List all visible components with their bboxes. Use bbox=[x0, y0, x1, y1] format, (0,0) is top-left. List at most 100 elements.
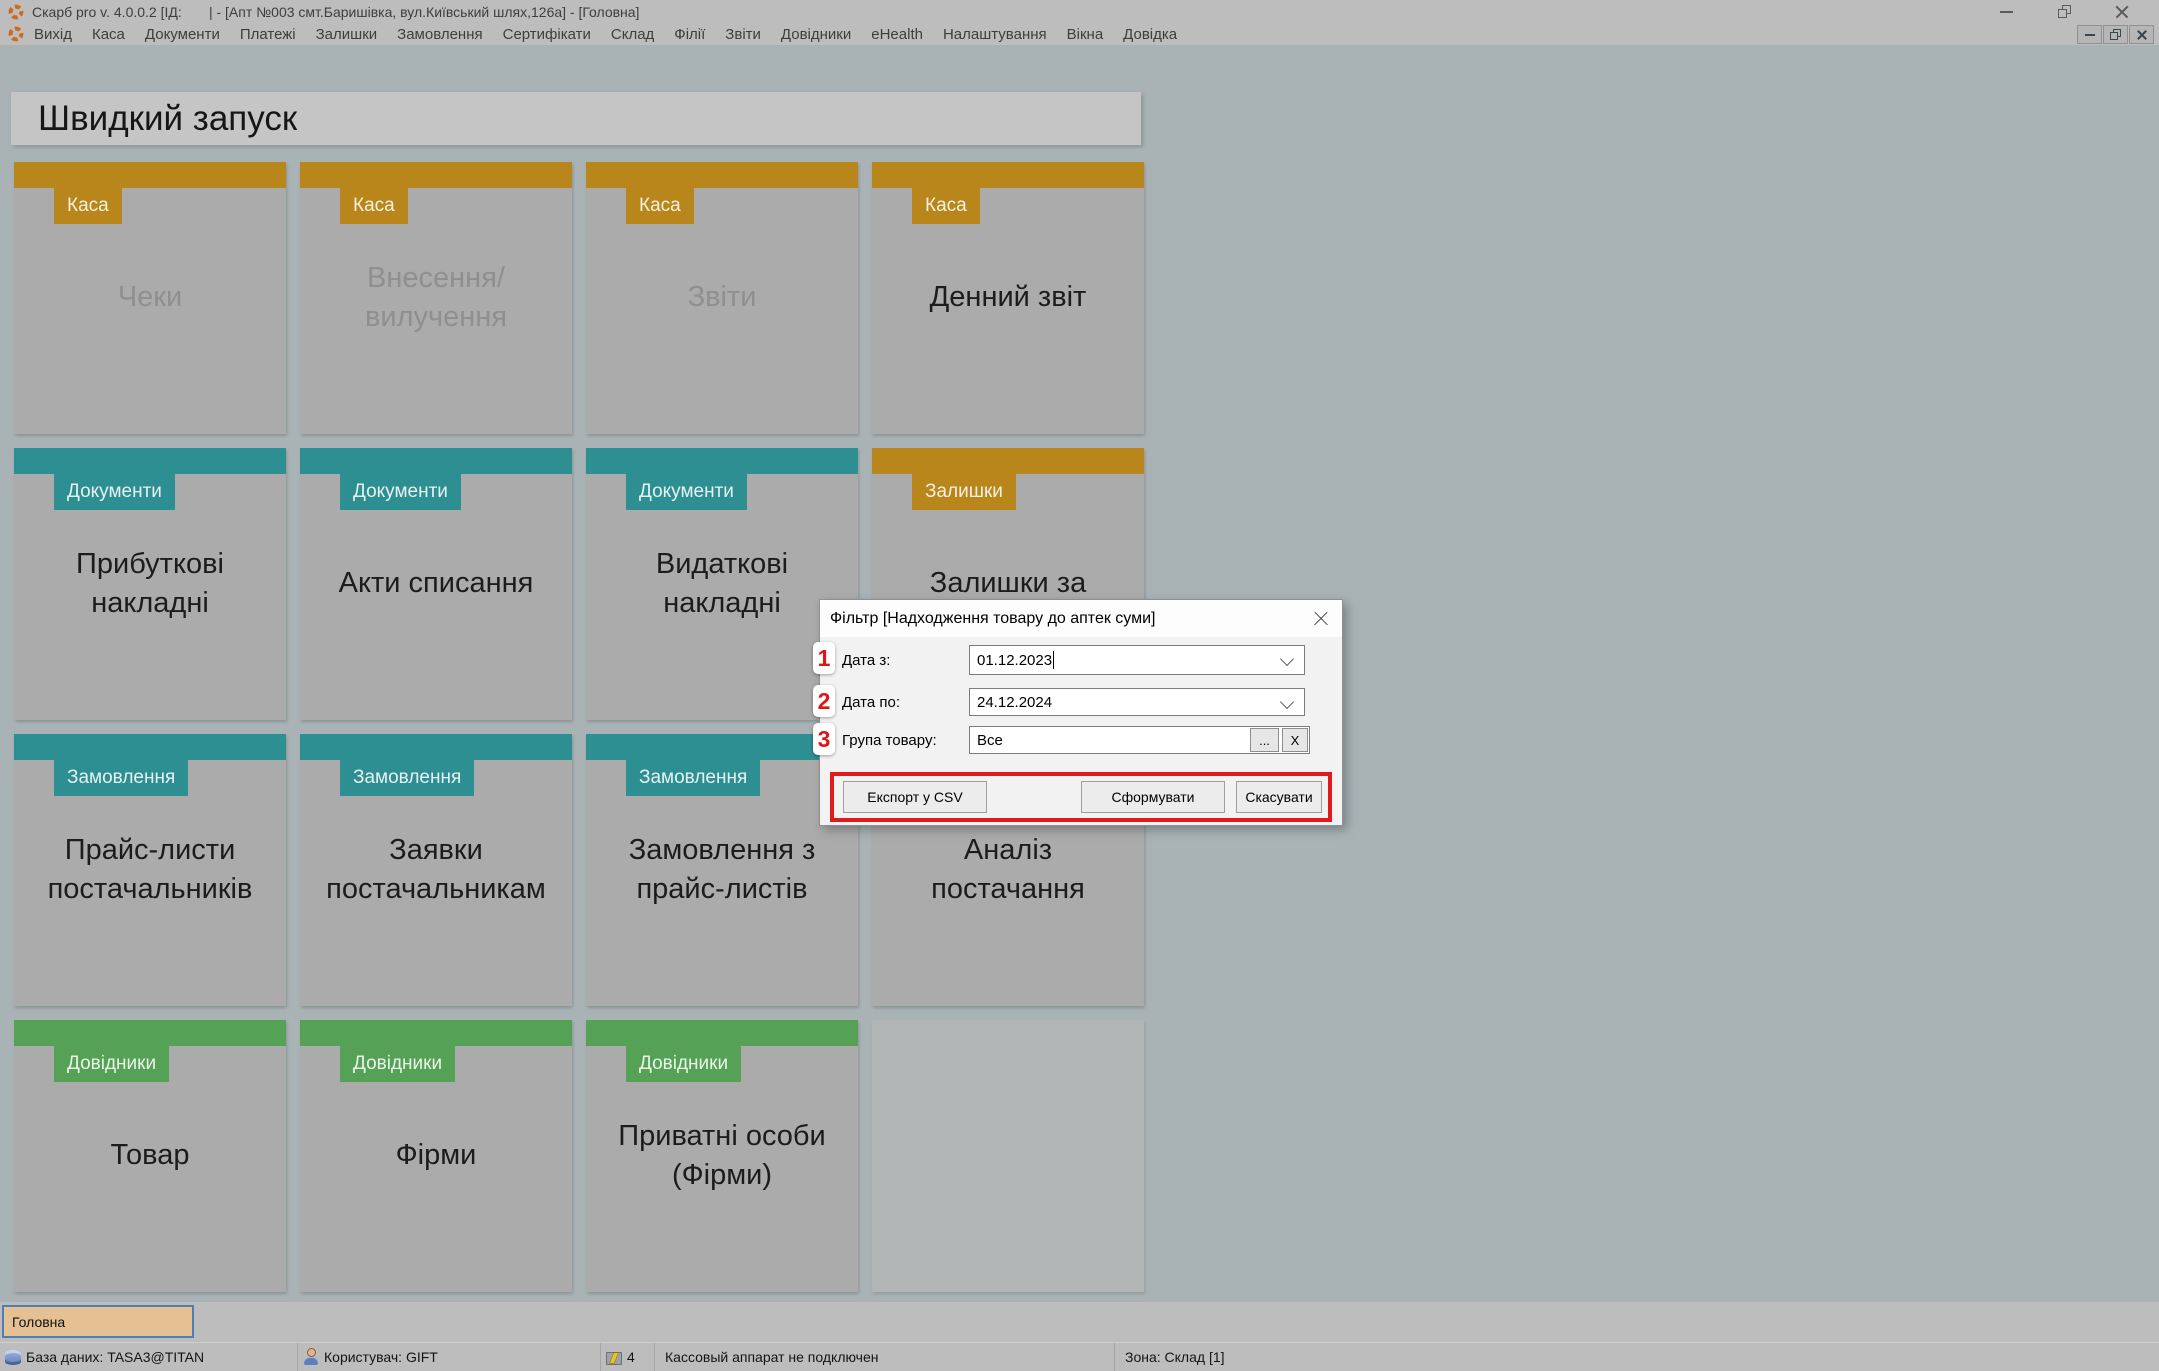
menu-item[interactable]: Філії bbox=[664, 26, 715, 43]
tile-category-bar bbox=[300, 1020, 572, 1046]
tile[interactable]: Замовлення Заявки постачальникам bbox=[300, 734, 572, 1006]
generate-button[interactable]: Сформувати bbox=[1081, 781, 1225, 813]
clear-button[interactable]: X bbox=[1282, 728, 1308, 752]
tile-category-bar bbox=[14, 734, 286, 760]
tile[interactable]: Довідники Фірми bbox=[300, 1020, 572, 1292]
field-input[interactable]: 24.12.2024 bbox=[969, 688, 1305, 716]
dialog-field-row: 1 Дата з: 01.12.2023 bbox=[813, 642, 1342, 675]
tile-label: Залишки за bbox=[929, 567, 1087, 600]
mdi-close-icon[interactable] bbox=[2129, 25, 2154, 44]
tile[interactable]: Документи Прибуткові накладні bbox=[14, 448, 286, 720]
tile-label: Аналіз постачання bbox=[931, 833, 1085, 905]
tile-category-tag: Документи bbox=[54, 474, 175, 510]
tile-label: Внесення/вилучення bbox=[365, 261, 507, 333]
tile-label: Видаткові накладні bbox=[655, 547, 789, 619]
menu-item[interactable]: Платежі bbox=[230, 26, 306, 43]
field-value: 24.12.2024 bbox=[977, 693, 1053, 711]
tile[interactable]: Замовлення Прайс-листи постачальників bbox=[14, 734, 286, 1006]
menu-item[interactable]: Документи bbox=[135, 26, 230, 43]
field-label: Дата з: bbox=[842, 651, 891, 669]
status-text: Зона: Склад [1] bbox=[1125, 1349, 1225, 1365]
tile-label: Акти списання bbox=[338, 567, 534, 600]
status-section: 4 bbox=[601, 1343, 655, 1371]
tile[interactable]: Документи Акти списання bbox=[300, 448, 572, 720]
menu-logo-icon bbox=[8, 26, 24, 42]
menu-item[interactable]: Залишки bbox=[306, 26, 388, 43]
status-section: База даних: TASA3@TITAN bbox=[0, 1343, 298, 1371]
field-input[interactable]: 01.12.2023 bbox=[969, 645, 1305, 675]
export-csv-button[interactable]: Експорт у CSV bbox=[843, 781, 987, 813]
field-value: 01.12.2023 bbox=[977, 651, 1053, 669]
menu-item[interactable]: Вікна bbox=[1057, 26, 1114, 43]
menu-item[interactable]: Склад bbox=[601, 26, 664, 43]
mdi-minimize-icon[interactable] bbox=[2077, 25, 2102, 44]
field-input[interactable]: Все ... X bbox=[969, 726, 1310, 754]
tile-category-tag: Каса bbox=[54, 188, 122, 224]
tile[interactable]: Замовлення Замовлення з прайс-листів bbox=[586, 734, 858, 1006]
filter-dialog: Фільтр [Надходження товару до аптек суми… bbox=[813, 599, 1343, 826]
tile[interactable]: Каса Чеки bbox=[14, 162, 286, 434]
menu-item[interactable]: Замовлення bbox=[387, 26, 492, 43]
tile-category-bar bbox=[300, 734, 572, 760]
status-section: Зона: Склад [1] bbox=[1115, 1343, 2159, 1371]
tile-category-tag: Документи bbox=[626, 474, 747, 510]
menu-item[interactable]: Звіти bbox=[715, 26, 771, 43]
statusbar: База даних: TASA3@TITAN Користувач: GIFT… bbox=[0, 1342, 2159, 1371]
tile-category-tag: Довідники bbox=[626, 1046, 742, 1082]
tile-category-tag: Довідники bbox=[54, 1046, 170, 1082]
menu-item[interactable]: Вихід bbox=[24, 26, 82, 43]
tile-category-bar bbox=[586, 448, 858, 474]
status-section: Користувач: GIFT bbox=[298, 1343, 601, 1371]
dialog-close-icon[interactable] bbox=[1310, 608, 1332, 630]
cancel-button[interactable]: Скасувати bbox=[1236, 781, 1322, 813]
restore-icon[interactable] bbox=[2055, 3, 2073, 21]
chevron-down-icon[interactable] bbox=[1279, 694, 1295, 710]
titlebar: Скарб pro v. 4.0.0.2 [ІД: | - [Апт №003 … bbox=[0, 0, 2159, 23]
browse-button[interactable]: ... bbox=[1250, 728, 1279, 752]
tile-category-tag: Каса bbox=[340, 188, 408, 224]
menu-item[interactable]: Сертифікати bbox=[493, 26, 601, 43]
cash-register-icon bbox=[606, 1349, 622, 1365]
tile-label: Заявки постачальникам bbox=[326, 833, 546, 905]
app-logo-icon bbox=[8, 4, 24, 19]
user-icon bbox=[303, 1349, 319, 1365]
tile[interactable]: Каса Денний звіт bbox=[872, 162, 1144, 434]
close-icon[interactable] bbox=[2113, 3, 2131, 21]
tile-category-bar bbox=[300, 448, 572, 474]
tile-label: Товар bbox=[110, 1139, 190, 1172]
tile-category-bar bbox=[872, 448, 1144, 474]
menu-item[interactable]: Довідка bbox=[1113, 26, 1187, 43]
tile-label: Денний звіт bbox=[929, 281, 1087, 314]
tile[interactable] bbox=[872, 1020, 1144, 1292]
tile[interactable]: Каса Звіти bbox=[586, 162, 858, 434]
tile-category-tag: Залишки bbox=[912, 474, 1016, 510]
menu-item[interactable]: Налаштування bbox=[933, 26, 1057, 43]
dialog-field-row: 3 Група товару: Все ... X bbox=[813, 723, 1342, 755]
tile-category-bar bbox=[14, 1020, 286, 1046]
field-value: Все bbox=[977, 731, 1003, 749]
tile-label: Прайс-листи постачальників bbox=[47, 833, 253, 905]
tile-label: Чеки bbox=[117, 281, 183, 314]
tile-label: Фірми bbox=[395, 1139, 477, 1172]
mdi-restore-icon[interactable] bbox=[2103, 25, 2128, 44]
tile[interactable]: Каса Внесення/вилучення bbox=[300, 162, 572, 434]
annotation-number: 3 bbox=[813, 723, 835, 755]
tile-category-bar bbox=[300, 162, 572, 188]
menubar: Вихід Каса Документи Платежі Залишки Зам… bbox=[0, 23, 2159, 46]
dialog-titlebar[interactable]: Фільтр [Надходження товару до аптек суми… bbox=[820, 600, 1342, 637]
tile-category-bar bbox=[14, 162, 286, 188]
minimize-icon[interactable] bbox=[1997, 3, 2015, 21]
tile-label: Замовлення з прайс-листів bbox=[628, 833, 816, 905]
menu-item[interactable]: Довідники bbox=[771, 26, 861, 43]
status-section: Кассовый аппарат не подключен bbox=[655, 1343, 1115, 1371]
menu-item[interactable]: Каса bbox=[82, 26, 135, 43]
menu-item[interactable]: eHealth bbox=[861, 26, 933, 43]
tile[interactable]: Довідники Товар bbox=[14, 1020, 286, 1292]
chevron-down-icon[interactable] bbox=[1279, 651, 1295, 667]
tile-category-tag: Довідники bbox=[340, 1046, 456, 1082]
tile[interactable]: Довідники Приватні особи (Фірми) bbox=[586, 1020, 858, 1292]
tile[interactable]: Документи Видаткові накладні bbox=[586, 448, 858, 720]
annotation-number: 2 bbox=[813, 685, 835, 717]
status-text: 4 bbox=[627, 1349, 635, 1365]
tab-golovna[interactable]: Головна bbox=[2, 1305, 194, 1338]
